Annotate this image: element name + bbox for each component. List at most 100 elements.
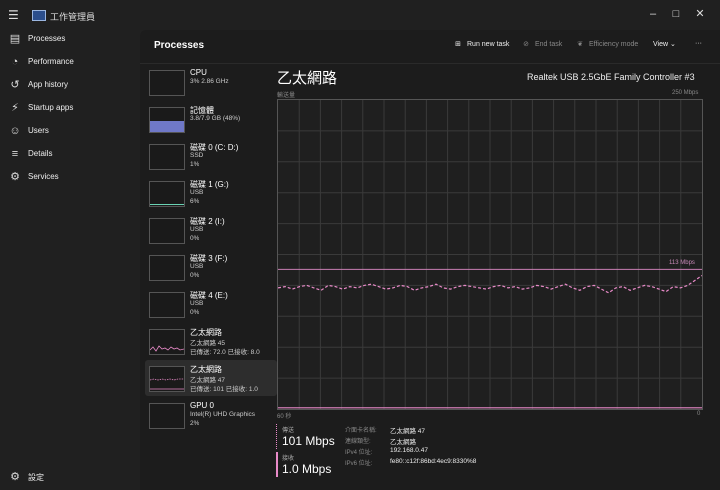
processes-icon: ▤ — [9, 33, 21, 45]
device-name: CPU — [190, 68, 207, 77]
cpu-thumbnail — [149, 70, 185, 96]
sidebar-item-details[interactable]: ≡ Details — [0, 145, 140, 165]
chevron-down-icon: ⌄ — [668, 41, 676, 48]
device-subtitle: SSD — [190, 152, 204, 159]
startup-icon: ⚡ — [11, 102, 19, 114]
sidebar-item-label: 設定 — [28, 473, 44, 482]
receive-value: 1.0 Mbps — [282, 462, 332, 476]
throughput-graph — [277, 99, 703, 410]
device-subtitle: USB — [190, 189, 204, 196]
ipv4-value: 192.168.0.47 — [390, 447, 428, 454]
device-item-ethernet-47[interactable]: 乙太網路 乙太網路 47 已傳送: 101 已接收: 1.0 — [145, 360, 277, 396]
users-icon: ☺ — [9, 125, 21, 137]
reference-line-label: 113 Mbps — [669, 260, 695, 266]
send-indicator — [276, 424, 278, 449]
device-subtitle: USB — [190, 226, 204, 233]
adapter-name-label: 介面卡名稱: — [345, 428, 377, 434]
page-title: Processes — [154, 40, 205, 51]
device-item-ethernet-45[interactable]: 乙太網路 乙太網路 45 已傳送: 72.0 已接收: 8.0 — [145, 323, 277, 359]
disk-thumbnail — [149, 292, 185, 318]
sidebar-item-services[interactable]: ⚙ Services — [0, 168, 140, 188]
adapter-name: Realtek USB 2.5GbE Family Controller #3 — [527, 72, 695, 82]
run-task-icon: ⊞ — [455, 41, 461, 48]
sidebar-item-app-history[interactable]: ↺ App history — [0, 76, 140, 96]
device-item-disk-3[interactable]: 磁碟 3 (F:) USB 0% — [145, 249, 277, 285]
device-item-disk-4[interactable]: 磁碟 4 (E:) USB 0% — [145, 286, 277, 322]
disk-thumbnail — [149, 181, 185, 207]
title-bar: ☰ 工作管理員 – □ ✕ — [0, 0, 720, 30]
disk-activity-line — [150, 204, 184, 205]
ethernet-thumbnail — [149, 366, 185, 392]
maximize-button[interactable]: □ — [664, 5, 688, 23]
end-task-button[interactable]: ⊘ End task — [521, 40, 562, 48]
more-options-icon[interactable]: ··· — [695, 40, 702, 47]
throughput-chart-svg — [277, 100, 703, 409]
memory-usage-fill — [150, 121, 184, 132]
view-label: View — [653, 41, 669, 48]
main-panel: Processes ⊞ Run new task ⊘ End task ❦ Effic… — [140, 30, 720, 490]
device-item-memory[interactable]: 記憶體 3.8/7.9 GB (48%) — [145, 101, 277, 137]
device-usage: 0% — [190, 272, 200, 279]
ethernet-sparkline — [150, 345, 184, 352]
sidebar-item-performance[interactable]: ◔ Performance — [0, 53, 140, 73]
receive-indicator — [276, 452, 278, 477]
run-new-task-label: Run new task — [467, 41, 510, 48]
connection-type-label: 連線類型: — [345, 439, 371, 445]
device-subtitle: Intel(R) UHD Graphics — [190, 411, 256, 418]
settings-gear-icon: ⚙ — [10, 471, 20, 483]
device-usage: 已傳送: 101 已接收: 1.0 — [190, 386, 258, 393]
device-list: CPU 3% 2.86 GHz 記憶體 3.8/7.9 GB (48%) 磁碟 … — [143, 64, 277, 490]
end-task-icon: ⊘ — [523, 41, 529, 48]
send-stat: 傳送 101 Mbps — [282, 425, 335, 448]
adapter-name-value: 乙太網路 47 — [390, 428, 426, 435]
services-icon: ⚙ — [10, 171, 20, 183]
ethernet-sparkline — [150, 378, 184, 390]
end-task-label: End task — [535, 41, 563, 48]
run-new-task-button[interactable]: ⊞ Run new task — [453, 40, 509, 48]
sidebar-item-label: App history — [28, 80, 69, 89]
ipv6-label: IPv6 位址: — [345, 461, 373, 467]
device-usage: 2% — [190, 420, 200, 427]
device-name: GPU 0 — [190, 401, 215, 410]
details-icon: ≡ — [11, 148, 19, 160]
device-item-cpu[interactable]: CPU 3% 2.86 GHz — [145, 64, 277, 100]
disk-thumbnail — [149, 255, 185, 281]
device-usage: 1% — [190, 161, 200, 168]
device-item-gpu-0[interactable]: GPU 0 Intel(R) UHD Graphics 2% — [145, 397, 277, 433]
history-icon: ↺ — [10, 79, 20, 91]
device-item-disk-2[interactable]: 磁碟 2 (I:) USB 0% — [145, 212, 277, 248]
receive-label: 接收 — [282, 456, 295, 462]
connection-type-value: 乙太網路 — [390, 439, 416, 446]
device-subtitle: USB — [190, 263, 204, 270]
efficiency-mode-button[interactable]: ❦ Efficiency mode — [575, 40, 638, 48]
throughput-label: 輸送量 — [277, 93, 296, 99]
task-manager-app-icon — [32, 10, 46, 21]
send-value: 101 Mbps — [282, 434, 335, 448]
close-button[interactable]: ✕ — [688, 5, 712, 23]
sidebar-item-settings[interactable]: ⚙ 設定 — [0, 468, 140, 488]
max-scale-label: 250 Mbps — [672, 90, 699, 96]
device-item-disk-0[interactable]: 磁碟 0 (C: D:) SSD 1% — [145, 138, 277, 174]
sidebar-item-label: Services — [28, 172, 59, 181]
performance-icon: ◔ — [11, 56, 19, 68]
window-title: 工作管理員 — [50, 12, 96, 22]
ipv4-label: IPv4 位址: — [345, 450, 373, 456]
hamburger-menu-icon[interactable]: ☰ — [8, 9, 20, 21]
device-usage: 0% — [190, 309, 200, 316]
ethernet-thumbnail — [149, 329, 185, 355]
device-usage: 已傳送: 72.0 已接收: 8.0 — [190, 349, 260, 356]
ipv6-value: fe80::c12f:86bd:4ec9:8330%8 — [390, 458, 477, 465]
device-usage: 0% — [190, 235, 200, 242]
sidebar-item-users[interactable]: ☺ Users — [0, 122, 140, 142]
sidebar-item-label: Startup apps — [28, 103, 74, 112]
sidebar-item-processes[interactable]: ▤ Processes — [0, 30, 140, 50]
sidebar-item-label: Users — [28, 126, 49, 135]
disk-thumbnail — [149, 144, 185, 170]
device-subtitle: 3% 2.86 GHz — [190, 78, 229, 85]
view-dropdown[interactable]: View ⌄ — [653, 40, 676, 48]
sidebar-item-startup-apps[interactable]: ⚡ Startup apps — [0, 99, 140, 119]
device-subtitle: USB — [190, 300, 204, 307]
memory-thumbnail — [149, 107, 185, 133]
device-item-disk-1[interactable]: 磁碟 1 (G:) USB 6% — [145, 175, 277, 211]
minimize-button[interactable]: – — [641, 5, 665, 23]
